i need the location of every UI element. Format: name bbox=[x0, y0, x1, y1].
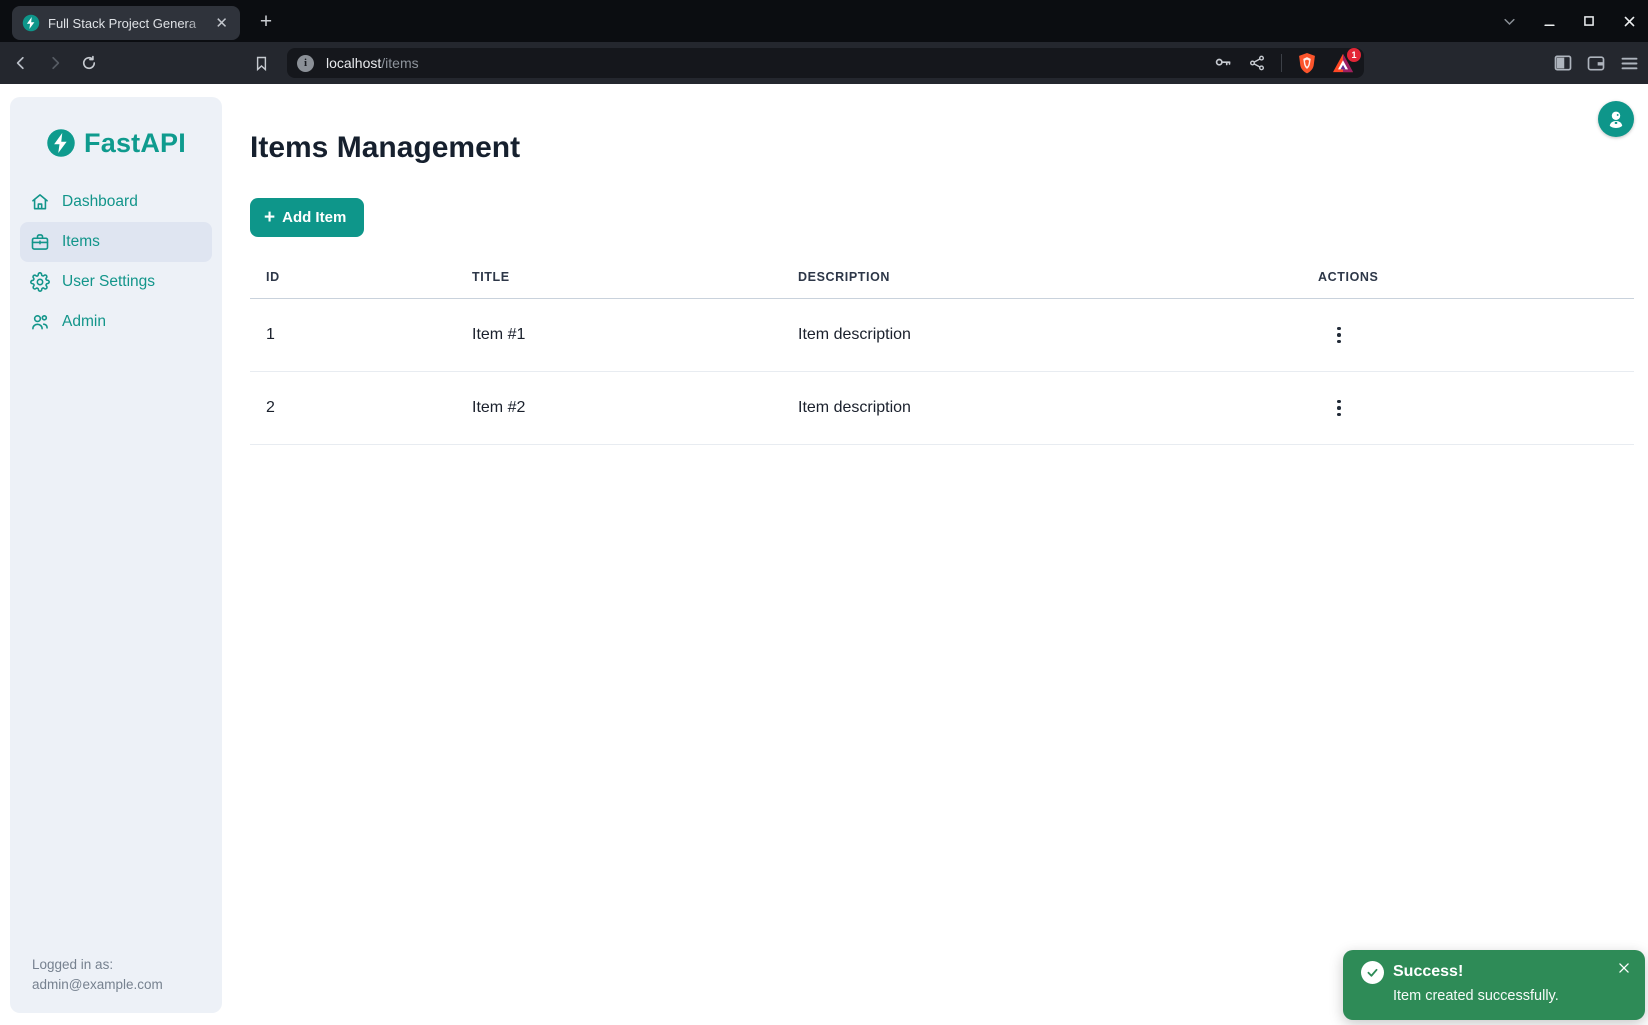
sidebar-item-label: Admin bbox=[62, 313, 106, 331]
new-tab-button[interactable]: + bbox=[252, 8, 280, 36]
plus-icon: + bbox=[264, 208, 275, 227]
check-circle-icon bbox=[1361, 961, 1384, 984]
password-key-icon[interactable] bbox=[1213, 53, 1233, 73]
toast-message: Item created successfully. bbox=[1393, 988, 1559, 1004]
divider bbox=[1281, 54, 1282, 72]
cell-description: Item description bbox=[782, 372, 1302, 445]
cell-title: Item #2 bbox=[456, 372, 782, 445]
app-sidebar: FastAPI Dashboard Items User Settings A bbox=[10, 97, 222, 1013]
gear-icon bbox=[30, 272, 50, 292]
sidebar-item-user-settings[interactable]: User Settings bbox=[20, 262, 212, 302]
column-header-description: DESCRIPTION bbox=[782, 270, 1302, 299]
sidebar-item-label: Items bbox=[62, 233, 100, 251]
toast-title: Success! bbox=[1393, 963, 1463, 981]
brave-rewards-icon[interactable]: 1 bbox=[1332, 53, 1354, 73]
close-window-button[interactable] bbox=[1616, 8, 1642, 34]
fastapi-lightning-icon bbox=[46, 128, 76, 158]
share-icon[interactable] bbox=[1248, 54, 1266, 72]
row-actions-menu-icon[interactable] bbox=[1325, 321, 1353, 349]
page-content: FastAPI Dashboard Items User Settings A bbox=[0, 84, 1648, 1025]
sidebar-item-admin[interactable]: Admin bbox=[20, 302, 212, 342]
url-bar[interactable]: i localhost/items 1 bbox=[287, 48, 1364, 78]
tab-search-chevron-icon[interactable] bbox=[1496, 8, 1522, 34]
browser-tab[interactable]: Full Stack Project Genera ✕ bbox=[12, 6, 240, 40]
url-text[interactable]: localhost/items bbox=[326, 55, 1213, 71]
menu-hamburger-icon[interactable] bbox=[1619, 53, 1640, 74]
tab-title: Full Stack Project Genera bbox=[48, 16, 211, 31]
cell-title: Item #1 bbox=[456, 299, 782, 372]
tab-bar: Full Stack Project Genera ✕ + bbox=[0, 0, 1648, 42]
logo-text: FastAPI bbox=[84, 128, 186, 159]
briefcase-icon bbox=[30, 232, 50, 252]
sidebar-item-dashboard[interactable]: Dashboard bbox=[20, 182, 212, 222]
user-avatar-button[interactable] bbox=[1598, 101, 1634, 137]
table-row: 2 Item #2 Item description bbox=[250, 372, 1634, 445]
sidebar-item-items[interactable]: Items bbox=[20, 222, 212, 262]
brave-shield-icon[interactable] bbox=[1297, 52, 1317, 74]
column-header-title: TITLE bbox=[456, 270, 782, 299]
fastapi-favicon-icon bbox=[22, 14, 40, 32]
table-row: 1 Item #1 Item description bbox=[250, 299, 1634, 372]
rewards-badge: 1 bbox=[1347, 48, 1361, 62]
minimize-button[interactable] bbox=[1536, 8, 1562, 34]
logged-in-label: Logged in as: bbox=[32, 955, 163, 975]
user-icon bbox=[1605, 108, 1627, 130]
add-item-button[interactable]: + Add Item bbox=[250, 198, 364, 237]
wallet-icon[interactable] bbox=[1586, 53, 1606, 73]
cell-id: 1 bbox=[250, 299, 456, 372]
page-title: Items Management bbox=[250, 128, 1634, 168]
reload-button[interactable] bbox=[76, 50, 102, 76]
maximize-button[interactable] bbox=[1576, 8, 1602, 34]
items-table: ID TITLE DESCRIPTION ACTIONS 1 Item #1 I… bbox=[250, 270, 1634, 445]
toast-close-icon[interactable] bbox=[1614, 959, 1634, 979]
home-icon bbox=[30, 192, 50, 212]
bookmark-icon[interactable] bbox=[248, 50, 274, 76]
row-actions-menu-icon[interactable] bbox=[1325, 394, 1353, 422]
logged-in-email: admin@example.com bbox=[32, 975, 163, 995]
browser-window: Full Stack Project Genera ✕ + bbox=[0, 0, 1648, 1025]
cell-id: 2 bbox=[250, 372, 456, 445]
navigation-bar: i localhost/items 1 bbox=[0, 42, 1648, 84]
column-header-actions: ACTIONS bbox=[1302, 270, 1634, 299]
forward-button[interactable] bbox=[42, 50, 68, 76]
cell-description: Item description bbox=[782, 299, 1302, 372]
back-button[interactable] bbox=[8, 50, 34, 76]
sidebar-item-label: Dashboard bbox=[62, 193, 138, 211]
column-header-id: ID bbox=[250, 270, 456, 299]
tab-close-icon[interactable]: ✕ bbox=[211, 14, 232, 33]
sidebar-toggle-icon[interactable] bbox=[1553, 53, 1573, 73]
site-info-icon[interactable]: i bbox=[297, 55, 314, 72]
users-icon bbox=[30, 312, 50, 332]
sidebar-item-label: User Settings bbox=[62, 273, 155, 291]
logged-in-info: Logged in as: admin@example.com bbox=[32, 955, 163, 995]
success-toast: Success! Item created successfully. bbox=[1343, 950, 1645, 1020]
sidebar-nav: Dashboard Items User Settings Admin bbox=[10, 182, 222, 342]
window-controls bbox=[1496, 0, 1642, 42]
table-header-row: ID TITLE DESCRIPTION ACTIONS bbox=[250, 270, 1634, 299]
main-content: Items Management + Add Item ID TITLE DES… bbox=[250, 84, 1634, 445]
fastapi-logo: FastAPI bbox=[10, 125, 222, 161]
